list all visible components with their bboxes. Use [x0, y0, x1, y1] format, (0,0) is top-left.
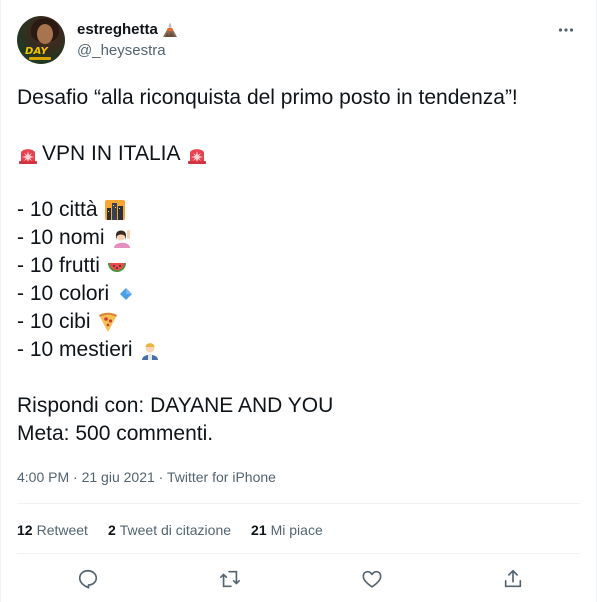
blue-diamond-icon: [120, 288, 133, 300]
share-icon: [504, 569, 522, 588]
tweet-line-text: Desafio “alla riconquista del primo post…: [17, 86, 518, 109]
person-raising-hand-icon: [113, 230, 130, 248]
pizza-icon: [98, 312, 117, 332]
tweet-line-text: VPN IN ITALIA: [42, 142, 181, 165]
likes-label: Mi piace: [270, 522, 323, 538]
avatar-face: [37, 24, 53, 44]
tweet-card: DAY estreghetta @_heysestra Desafio “all…: [0, 0, 597, 602]
tweet-meta: 4:00 PM · 21 giu 2021 · Twitter for iPho…: [17, 467, 276, 487]
divider: [17, 503, 580, 504]
like-icon: [362, 570, 382, 588]
tweet-line-title: VPN IN ITALIA: [17, 140, 580, 168]
tweet-line-jobs: - 10 mestieri: [17, 336, 580, 364]
display-name-row[interactable]: estreghetta: [77, 20, 178, 40]
reply-button[interactable]: [75, 566, 101, 592]
quotes-count: 2: [107, 522, 116, 538]
like-button[interactable]: [359, 566, 385, 592]
retweets-label: Retweet: [36, 522, 88, 538]
meta-separator: ·: [69, 469, 82, 485]
share-button[interactable]: [500, 566, 526, 592]
author-names: estreghetta @_heysestra: [77, 20, 178, 61]
tweet-line-fruits: - 10 frutti: [17, 252, 580, 280]
more-options-button[interactable]: [554, 20, 578, 40]
tweet-line-text: - 10 nomi: [17, 226, 105, 249]
author-handle[interactable]: @_heysestra: [77, 41, 178, 61]
retweet-button[interactable]: [217, 566, 243, 592]
divider: [17, 553, 580, 554]
tweet-line-colors: - 10 colori: [17, 280, 580, 308]
volcano-icon: [162, 23, 177, 37]
tweet-line-text: - 10 mestieri: [17, 338, 133, 361]
tweet-line-text: Rispondi con: DAYANE AND YOU: [17, 394, 334, 417]
tweet-line-text: Meta: 500 commenti.: [17, 422, 214, 445]
tweet-source[interactable]: Twitter for iPhone: [167, 469, 276, 485]
retweets-stat[interactable]: 12 Retweet: [17, 520, 88, 540]
reply-icon: [78, 569, 98, 589]
tweet-header: DAY estreghetta @_heysestra: [17, 16, 580, 68]
cityscape-icon: [104, 200, 125, 220]
worker-icon: [141, 343, 158, 360]
retweets-count: 12: [17, 522, 33, 538]
tweet-line-reply: Rispondi con: DAYANE AND YOU: [17, 392, 580, 420]
tweet-line-text: - 10 cibi: [17, 310, 91, 333]
more-icon: [558, 28, 574, 32]
tweet-time[interactable]: 4:00 PM: [17, 469, 69, 485]
quotes-label: Tweet di citazione: [119, 522, 232, 538]
watermelon-icon: [107, 263, 126, 272]
likes-count: 21: [251, 522, 267, 538]
avatar[interactable]: DAY: [17, 16, 65, 64]
tweet-actions: [17, 566, 580, 592]
tweet-line-text: - 10 città: [17, 198, 98, 221]
display-name[interactable]: estreghetta: [77, 20, 158, 40]
tweet-line-cities: - 10 città: [17, 196, 580, 224]
police-light-icon: [188, 149, 207, 164]
tweet-line-intro: Desafio “alla riconquista del primo post…: [17, 84, 580, 112]
avatar-underline: [29, 57, 51, 60]
tweet-line-food: - 10 cibi: [17, 308, 580, 336]
retweet-icon: [220, 570, 240, 588]
tweet-line-goal: Meta: 500 commenti.: [17, 420, 580, 448]
police-light-icon: [19, 149, 37, 164]
tweet-line-text: - 10 colori: [17, 282, 110, 305]
tweet-text: Desafio “alla riconquista del primo post…: [17, 84, 580, 448]
tweet-date[interactable]: 21 giu 2021: [82, 469, 155, 485]
meta-separator: ·: [154, 469, 167, 485]
tweet-line-text: - 10 frutti: [17, 254, 100, 277]
likes-stat[interactable]: 21 Mi piace: [251, 520, 323, 540]
tweet-line-names: - 10 nomi: [17, 224, 580, 252]
quotes-stat[interactable]: 2 Tweet di citazione: [108, 520, 231, 540]
tweet-stats: 12 Retweet 2 Tweet di citazione 21 Mi piace: [17, 520, 343, 540]
